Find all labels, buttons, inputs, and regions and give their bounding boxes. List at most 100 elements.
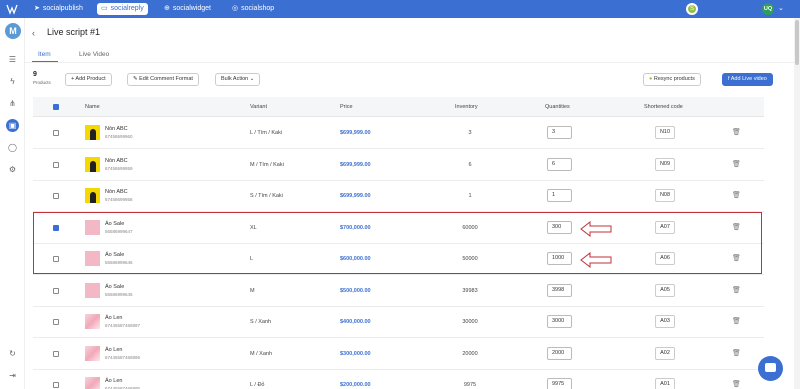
row-checkbox[interactable] <box>53 130 59 136</box>
menu-document-icon[interactable]: ☰ <box>6 53 19 66</box>
trash-icon[interactable]: 🗑 <box>732 128 741 137</box>
scrollbar-thumb[interactable] <box>795 20 799 65</box>
product-sku: 56586999646 <box>105 260 133 265</box>
tab-item[interactable]: Item <box>38 51 51 58</box>
table-header: Name Variant Price Inventory Quantities … <box>33 97 764 117</box>
shortened-code-field[interactable]: A03 <box>655 315 675 328</box>
trash-icon[interactable]: 🗑 <box>732 160 741 169</box>
bulk-action-dropdown[interactable]: Bulk Action ⌄ <box>215 73 261 86</box>
product-thumbnail <box>85 314 100 329</box>
column-header-inventory[interactable]: Inventory <box>455 104 478 110</box>
shopify-icon: ● <box>649 76 653 82</box>
product-thumbnail <box>85 219 100 235</box>
nav-tab-socialshop[interactable]: ◎ socialshop <box>228 3 278 15</box>
quantity-input[interactable]: 6 <box>547 157 572 171</box>
chat-support-button[interactable] <box>758 356 783 381</box>
add-product-button[interactable]: + Add Product <box>65 73 112 86</box>
nav-tab-socialpublish[interactable]: ➤ socialpublish <box>30 3 87 15</box>
column-header-shortened-code[interactable]: Shortened code <box>644 104 683 110</box>
quantity-input[interactable]: 9975 <box>547 378 572 389</box>
shortened-code-field[interactable]: N08 <box>655 189 675 202</box>
price-cell: $600,000.00 <box>340 256 371 262</box>
row-checkbox[interactable] <box>53 161 59 168</box>
trash-icon[interactable]: 🗑 <box>732 380 741 389</box>
live-video-icon[interactable]: ▣ <box>6 119 19 132</box>
row-checkbox[interactable] <box>53 287 59 294</box>
quantity-input[interactable]: 3998 <box>547 283 572 297</box>
product-thumbnail <box>85 156 100 172</box>
product-thumbnail <box>85 251 100 266</box>
column-header-quantities[interactable]: Quantities <box>545 104 570 110</box>
logout-icon[interactable]: ⇥ <box>6 369 19 382</box>
product-sku: 67458699958 <box>105 197 133 202</box>
chevron-down-icon[interactable]: ⌄ <box>778 3 784 15</box>
trash-icon[interactable]: 🗑 <box>732 349 741 358</box>
product-name: Áo Len <box>105 378 123 384</box>
quantity-input[interactable]: 1 <box>547 189 572 202</box>
shortened-code-field[interactable]: A06 <box>655 252 675 265</box>
trash-icon[interactable]: 🗑 <box>732 317 741 326</box>
app-logo-icon[interactable] <box>5 3 18 15</box>
product-name: Nón ABC <box>105 126 128 132</box>
table-row: Nón ABC 67458699960 L / Tím / Kaki $699,999… <box>33 117 764 149</box>
shortened-code-field[interactable]: A02 <box>655 346 675 360</box>
trash-icon[interactable]: 🗑 <box>732 254 741 263</box>
shortened-code-field[interactable]: A05 <box>655 283 675 297</box>
select-all-checkbox[interactable] <box>53 104 59 110</box>
row-checkbox[interactable] <box>53 224 59 231</box>
variant-cell: S / Tím / Kaki <box>250 193 283 199</box>
column-header-variant[interactable]: Variant <box>250 104 267 110</box>
quantity-input[interactable]: 2000 <box>547 346 572 360</box>
back-arrow-icon[interactable]: ‹ <box>32 28 35 38</box>
shopify-icon[interactable]: S <box>686 3 698 15</box>
product-name: Áo Len <box>105 346 123 353</box>
product-name: Áo Sale <box>105 283 125 290</box>
price-cell: $699,999.00 <box>340 161 371 168</box>
user-avatar[interactable]: UQ <box>762 3 774 15</box>
annotation-arrow <box>580 221 612 237</box>
table-row: Áo Sale 56586999645 M $500,000.00 39983 3998 A… <box>33 275 764 307</box>
shortened-code-field[interactable]: A01 <box>655 378 675 389</box>
sync-icon[interactable]: ↻ <box>6 347 19 360</box>
nav-tab-socialwidget[interactable]: ⊕ socialwidget <box>160 3 215 15</box>
shop-avatar[interactable]: M <box>5 23 21 39</box>
table-row: Áo Len 67445587466897 S / Xanh $400,000.00 3… <box>33 306 764 338</box>
column-header-name[interactable]: Name <box>85 104 100 110</box>
quantity-input[interactable]: 3 <box>547 126 572 139</box>
row-checkbox[interactable] <box>53 382 59 388</box>
product-thumbnail <box>85 345 100 361</box>
trash-icon[interactable]: 🗑 <box>732 191 741 200</box>
quantity-input[interactable]: 3000 <box>547 315 572 328</box>
row-checkbox[interactable] <box>53 350 59 357</box>
inventory-cell: 9975 <box>463 382 477 388</box>
nav-tab-socialreply[interactable]: ▭ socialreply <box>97 3 148 15</box>
edit-comment-format-button[interactable]: ✎ Edit Comment Format <box>127 73 199 86</box>
product-name: Áo Sale <box>105 220 125 227</box>
resync-products-button[interactable]: ● Resync products <box>643 73 701 86</box>
user-icon[interactable]: ◯ <box>6 141 19 154</box>
column-header-price[interactable]: Price <box>340 104 353 110</box>
product-thumbnail <box>85 377 100 389</box>
hierarchy-icon[interactable]: ⋔ <box>6 97 19 110</box>
trash-icon[interactable]: 🗑 <box>732 286 741 295</box>
trash-icon[interactable]: 🗑 <box>732 223 741 232</box>
variant-cell: XL <box>250 224 257 231</box>
product-thumbnail <box>85 125 100 140</box>
shopping-bag-icon: ◎ <box>232 5 239 12</box>
inventory-cell: 20000 <box>462 350 478 357</box>
variant-cell: L / Tím / Kaki <box>250 130 283 136</box>
quantity-input[interactable]: 300 <box>547 220 572 234</box>
tab-live-video[interactable]: Live Video <box>79 51 109 58</box>
quantity-input[interactable]: 1000 <box>547 252 572 265</box>
bolt-icon[interactable]: ϟ <box>6 75 19 88</box>
shortened-code-field[interactable]: N10 <box>655 126 675 139</box>
add-live-video-button[interactable]: f Add Live video <box>722 73 773 86</box>
shortened-code-field[interactable]: A07 <box>655 220 675 234</box>
row-checkbox[interactable] <box>53 319 59 325</box>
settings-icon[interactable]: ⚙ <box>6 163 19 176</box>
row-checkbox[interactable] <box>53 256 59 262</box>
scrollbar-track[interactable] <box>794 18 800 389</box>
row-checkbox[interactable] <box>53 193 59 199</box>
product-name: Nón ABC <box>105 157 128 164</box>
shortened-code-field[interactable]: N09 <box>655 157 675 171</box>
